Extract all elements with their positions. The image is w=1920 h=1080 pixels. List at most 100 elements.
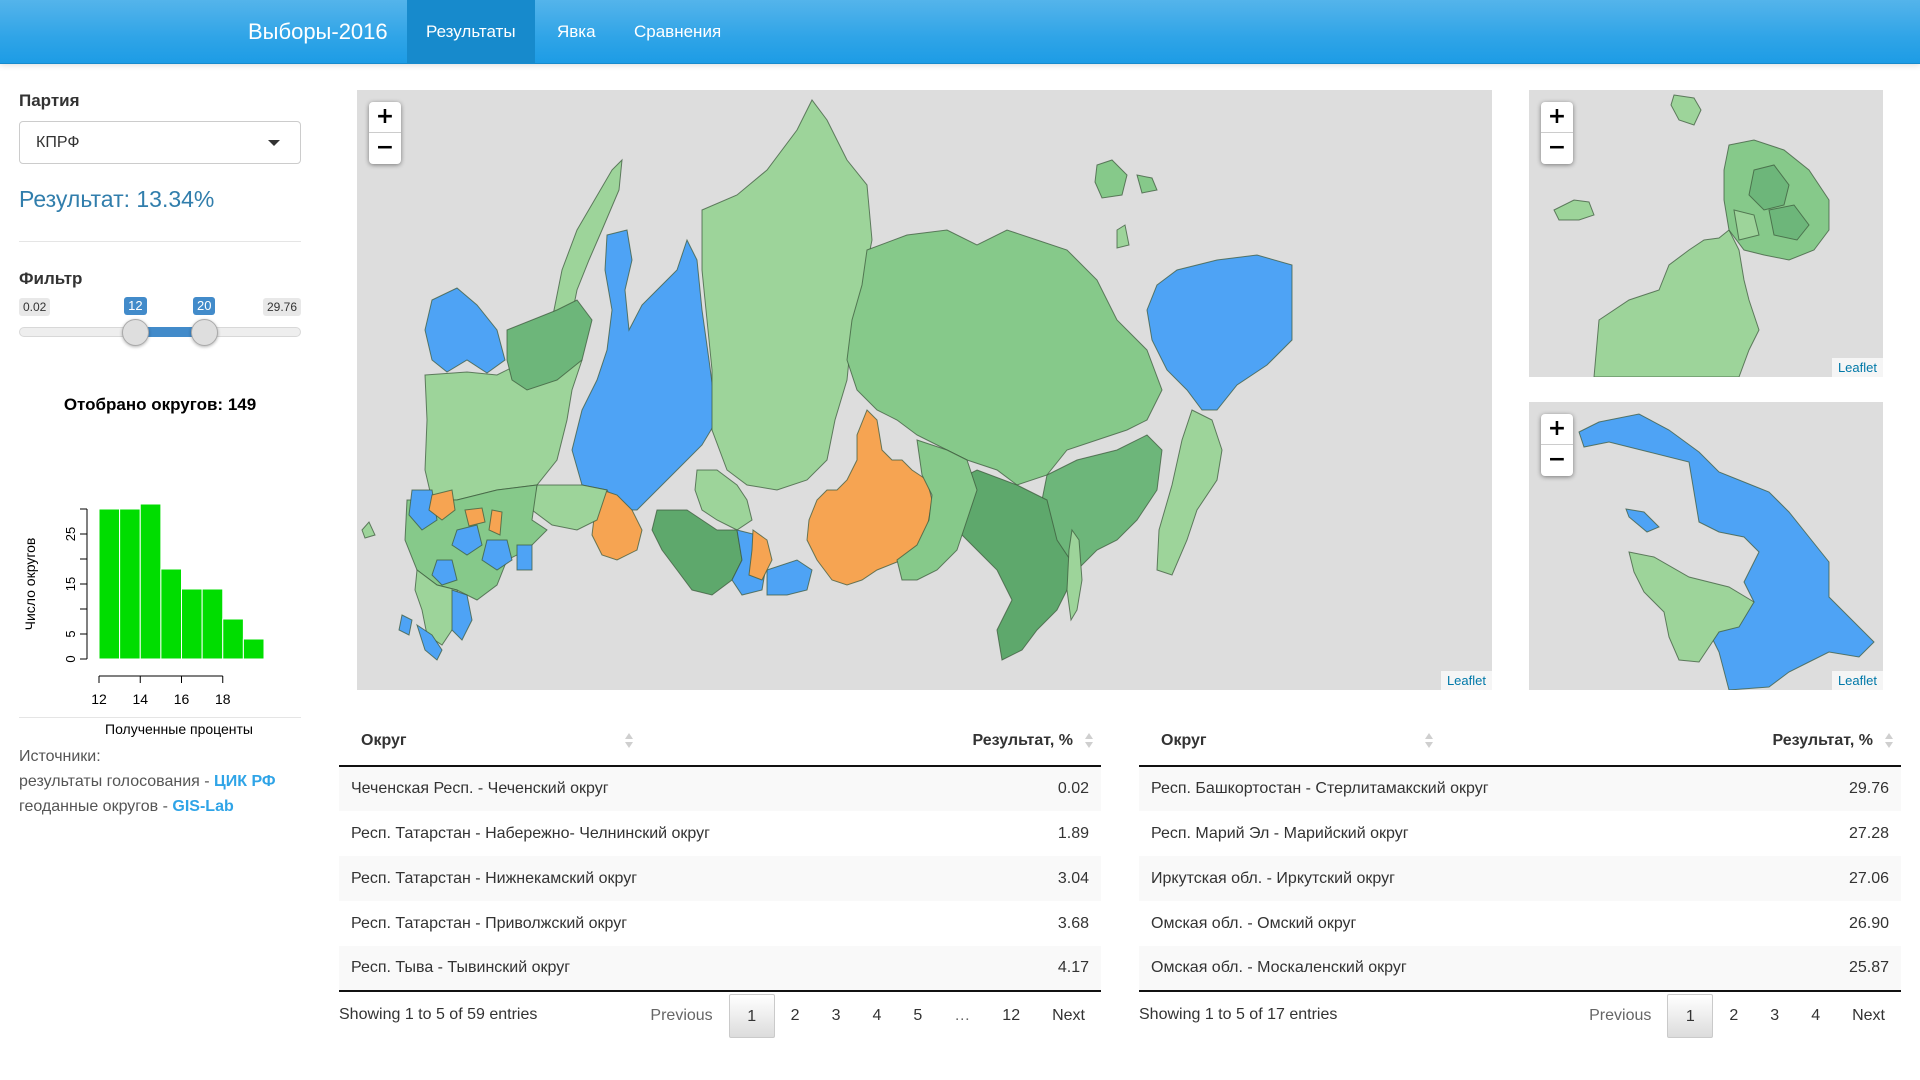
map-region — [1625, 508, 1660, 533]
spb-map[interactable]: + − Leaflet — [1529, 402, 1883, 690]
divider — [19, 717, 301, 718]
zoom-out-button[interactable]: − — [1541, 133, 1573, 164]
cell-district: Иркутская обл. - Иркутский округ — [1139, 856, 1641, 901]
russia-map[interactable]: + − Leaflet — [357, 90, 1492, 690]
map-region — [398, 614, 413, 636]
table-info: Showing 1 to 5 of 59 entries — [339, 1006, 538, 1023]
page-1[interactable]: 1 — [1667, 994, 1714, 1038]
tab-turnout[interactable]: Явка — [538, 0, 615, 64]
zoom-out-button[interactable]: − — [1541, 445, 1573, 476]
map-region — [451, 589, 473, 641]
column-header-label: Округ — [361, 731, 407, 749]
zoom-in-button[interactable]: + — [369, 102, 401, 133]
table-row[interactable]: Респ. Татарстан - Нижнекамский округ 3.04 — [339, 856, 1101, 901]
spb-map-regions — [1578, 413, 1875, 690]
cell-district: Респ. Татарстан - Приволжский округ — [351, 914, 628, 932]
page-4[interactable]: 4 — [856, 994, 897, 1038]
page-ellipsis: … — [954, 1007, 971, 1024]
column-header-result[interactable]: Результат, % — [841, 716, 1101, 767]
table-row[interactable]: Иркутская обл. - Иркутский округ 27.06 — [1139, 856, 1901, 901]
app-brand[interactable]: Выборы-2016 — [248, 0, 388, 64]
table-row[interactable]: Чеченская Респ. - Чеченский округ 0.02 — [339, 766, 1101, 811]
table-info: Showing 1 to 5 of 17 entries — [1139, 1006, 1338, 1023]
page-4[interactable]: 4 — [1795, 994, 1836, 1038]
tab-comparisons[interactable]: Сравнения — [615, 0, 740, 64]
sources-line1: результаты голосования - — [19, 773, 215, 790]
gislab-link[interactable]: GIS-Lab — [172, 798, 233, 815]
cell-result: 26.90 — [1848, 914, 1889, 932]
histogram-bar — [98, 508, 121, 660]
table-row[interactable]: Респ. Тыва - Тывинский округ 4.17 — [339, 946, 1101, 992]
page-3[interactable]: 3 — [1754, 994, 1795, 1038]
page-2[interactable]: 2 — [1713, 994, 1754, 1038]
map-region — [1146, 254, 1293, 411]
cell-district: Респ. Тыва - Тывинский округ — [339, 946, 841, 992]
slider-to-label: 20 — [192, 297, 216, 315]
leaflet-attribution-link[interactable]: Leaflet — [1831, 671, 1883, 690]
pagination: Previous 1 2 3 4 5 … 12 Next — [634, 994, 1101, 1038]
zoom-in-button[interactable]: + — [1541, 102, 1573, 133]
tab-results[interactable]: Результаты — [407, 0, 535, 64]
table-row[interactable]: Респ. Марий Эл - Марийский округ 27.28 — [1139, 811, 1901, 856]
zoom-in-button[interactable]: + — [1541, 414, 1573, 445]
y-tick-label: 5 — [63, 630, 78, 637]
map-region — [571, 229, 718, 511]
cell-result: 3.68 — [1057, 914, 1089, 932]
page-3[interactable]: 3 — [816, 994, 857, 1038]
cell-result: 25.87 — [1641, 946, 1901, 992]
sources-heading: Источники: — [19, 748, 101, 765]
table-row[interactable]: Респ. Татарстан - Набережно- Челнинский … — [339, 811, 1101, 856]
sort-icon — [1085, 733, 1093, 749]
map-regions — [361, 99, 1293, 661]
histogram-bar — [119, 508, 141, 660]
map-region — [1553, 199, 1595, 221]
page-previous[interactable]: Previous — [634, 994, 728, 1038]
page-1[interactable]: 1 — [728, 994, 775, 1038]
y-tick-label: 0 — [63, 655, 78, 662]
cell-district: Респ. Татарстан - Набережно- Челнинский … — [351, 824, 710, 842]
table-row[interactable]: Омская обл. - Москаленский округ 25.87 — [1139, 946, 1901, 992]
page-previous[interactable]: Previous — [1573, 994, 1667, 1038]
table-row[interactable]: Омская обл. - Омский округ 26.90 — [1139, 901, 1901, 946]
column-header-result[interactable]: Результат, % — [1641, 716, 1901, 767]
leaflet-attribution-link[interactable]: Leaflet — [1831, 358, 1883, 377]
page-2[interactable]: 2 — [775, 994, 816, 1038]
sources-line2: геоданные округов - — [19, 798, 173, 815]
slider-handle-to[interactable] — [190, 319, 218, 346]
cell-district: Респ. Татарстан - Нижнекамский округ — [339, 856, 841, 901]
page-5[interactable]: 5 — [897, 994, 938, 1038]
party-select[interactable]: КПРФ — [19, 121, 301, 164]
page-12[interactable]: 12 — [986, 994, 1036, 1038]
histogram-bar — [181, 588, 203, 660]
map-region — [1578, 413, 1875, 690]
map-region — [1136, 174, 1158, 194]
navbar: Выборы-2016 Результаты Явка Сравнения — [0, 0, 1920, 64]
x-tick-label: 18 — [215, 691, 231, 707]
moscow-map[interactable]: + − Leaflet — [1529, 90, 1883, 377]
map-region — [766, 559, 813, 596]
zoom-out-button[interactable]: − — [369, 133, 401, 164]
cell-district: Чеченская Респ. - Чеченский округ — [339, 766, 841, 811]
cell-result: 29.76 — [1641, 766, 1901, 811]
table-highest-results: Округ Результат, % Респ. Башкортостан - … — [1139, 716, 1901, 1038]
map-region — [516, 544, 533, 571]
cell-district: Респ. Марий Эл - Марийский округ — [1151, 824, 1409, 842]
table-row[interactable]: Респ. Башкортостан - Стерлитамакский окр… — [1139, 766, 1901, 811]
table-row[interactable]: Респ. Татарстан - Приволжский округ 3.68 — [339, 901, 1101, 946]
leaflet-attribution-link[interactable]: Leaflet — [1440, 671, 1492, 690]
page-next[interactable]: Next — [1036, 994, 1101, 1038]
x-tick-label: 14 — [132, 691, 148, 707]
column-header-label: Результат, % — [972, 731, 1074, 749]
cell-district: Респ. Башкортостан - Стерлитамакский окр… — [1139, 766, 1641, 811]
result-summary: Результат: 13.34% — [19, 186, 215, 212]
map-zoom-control: + − — [1541, 102, 1573, 164]
cik-link[interactable]: ЦИК РФ — [214, 773, 276, 790]
column-header-district[interactable]: Округ — [339, 716, 841, 767]
column-header-district[interactable]: Округ — [1139, 716, 1641, 767]
map-region — [506, 299, 593, 391]
page-next[interactable]: Next — [1836, 994, 1901, 1038]
cell-district: Омская обл. - Омский округ — [1151, 914, 1357, 932]
slider-from-label: 12 — [124, 297, 147, 315]
slider-handle-from[interactable] — [122, 319, 150, 346]
y-tick-label: 15 — [63, 577, 78, 591]
